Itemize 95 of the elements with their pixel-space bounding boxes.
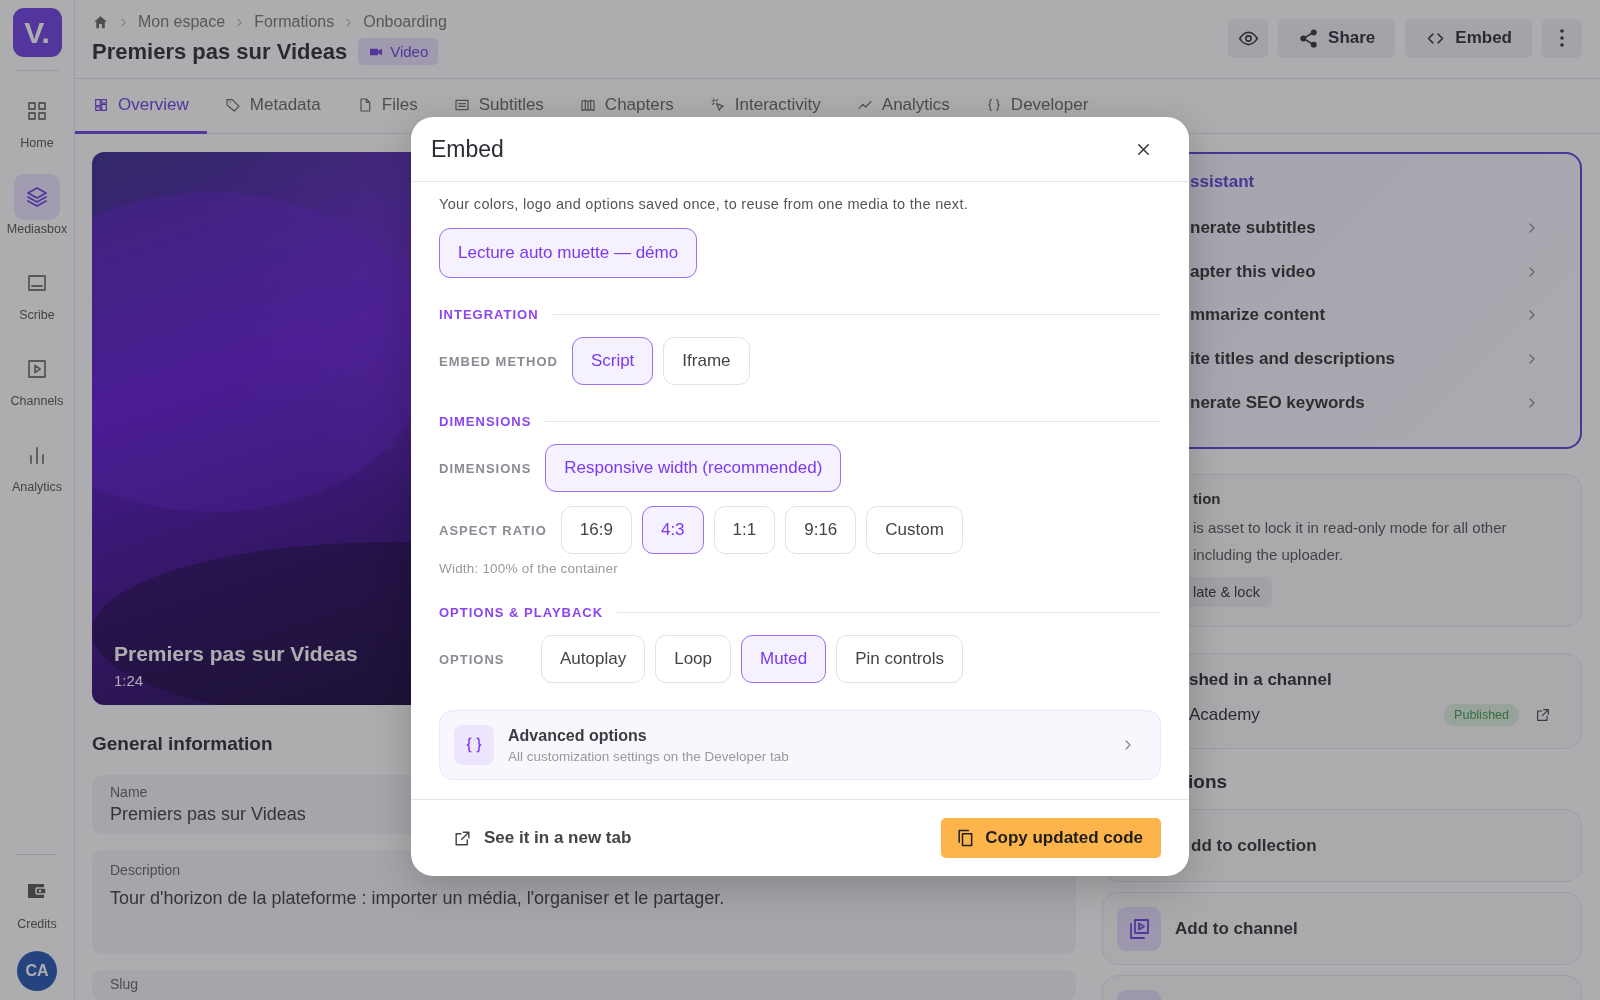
book-icon <box>579 97 596 113</box>
home-icon[interactable] <box>92 13 109 31</box>
option-button[interactable]: Loop <box>655 635 731 683</box>
caption-icon <box>453 97 470 113</box>
option-button[interactable]: Iframe <box>663 337 750 385</box>
video-duration: 1:24 <box>114 672 145 689</box>
preview-button[interactable] <box>1228 18 1269 58</box>
grid-icon <box>25 99 49 123</box>
section-heading: General information <box>92 733 273 755</box>
option-button[interactable]: Muted <box>741 635 827 683</box>
field-label: Slug <box>110 976 139 992</box>
card-text: including the uploader. <box>1193 546 1344 563</box>
card-text: is asset to lock it in read-only mode for all other <box>1193 519 1507 536</box>
play-icon <box>25 357 49 381</box>
status-badge: Published <box>1444 704 1519 726</box>
embed-button[interactable]: Embed <box>1405 18 1532 58</box>
advanced-title: Advanced options <box>508 726 648 745</box>
layers-icon <box>25 185 49 209</box>
advanced-subtitle: All customization settings on the Developer tab <box>508 748 790 764</box>
tab[interactable]: Files <box>338 79 436 134</box>
more-button[interactable] <box>1542 18 1582 58</box>
braces-icon <box>985 97 1002 113</box>
new-tab-link[interactable]: See it in a new tab <box>453 828 632 848</box>
app-logo[interactable]: V. <box>12 8 62 57</box>
assistant-action[interactable]: apter this video <box>1190 249 1540 294</box>
row-label: DIMENSIONS <box>439 460 532 476</box>
assistant-action[interactable]: ite titles and descriptions <box>1190 337 1540 382</box>
tab[interactable]: Developer <box>967 79 1107 134</box>
option-button[interactable]: 9:16 <box>785 506 857 554</box>
breadcrumb-link[interactable]: Onboarding <box>363 13 447 31</box>
field-label: Name <box>110 784 148 800</box>
preset-chip[interactable]: Lecture auto muette — démo <box>439 228 698 278</box>
section-title: INTEGRATION <box>439 307 539 322</box>
action-label: dd to collection <box>1191 835 1317 856</box>
play-stack-icon <box>1117 906 1161 951</box>
badge-label: Video <box>390 43 429 60</box>
sidebar-item[interactable] <box>14 174 60 220</box>
option-button[interactable]: Autoplay <box>541 635 646 683</box>
card-title: tion <box>1193 490 1221 507</box>
assistant-action[interactable]: nerate SEO keywords <box>1190 381 1540 425</box>
advanced-options-row[interactable]: Advanced options All customization settings on the Developer tab <box>439 710 1161 780</box>
card-title: shed in a channel <box>1189 670 1332 689</box>
share-button[interactable]: Share <box>1278 18 1396 58</box>
channel-name: Academy <box>1189 705 1261 725</box>
tab[interactable]: Analytics <box>838 79 968 134</box>
tab[interactable]: Overview <box>75 79 207 134</box>
assistant-action[interactable]: mmarize content <box>1190 293 1540 338</box>
option-button[interactable]: Responsive width (recommended) <box>545 444 842 492</box>
action-card[interactable]: Add to channel <box>1102 892 1582 965</box>
option-button[interactable]: Custom <box>866 506 963 554</box>
text-field[interactable]: Slug <box>92 970 1076 1000</box>
hint-text: Width: 100% of the container <box>439 561 619 576</box>
action-label: Add to channel <box>1175 918 1298 939</box>
field-value: Premiers pas sur Videas <box>110 804 306 825</box>
row-label: OPTIONS <box>439 651 506 667</box>
field-label: Description <box>110 862 181 878</box>
share-icon <box>1298 27 1320 49</box>
tab[interactable]: Chapters <box>561 79 692 134</box>
page-title: Premiers pas sur Videas <box>92 38 348 65</box>
option-button[interactable]: 4:3 <box>641 506 704 554</box>
card-title: ssistant <box>1190 172 1256 192</box>
sidebar-label[interactable]: Analytics <box>12 480 62 494</box>
pointer-icon <box>709 97 726 113</box>
copy-code-button[interactable]: Copy updated code <box>941 818 1161 858</box>
braces-icon <box>454 725 494 765</box>
section-heading: ions <box>1188 771 1229 793</box>
section-title: OPTIONS & PLAYBACK <box>439 605 604 620</box>
sidebar-label[interactable]: Home <box>20 136 54 150</box>
option-button[interactable]: Script <box>571 337 654 385</box>
intro-text: Your colors, logo and options saved once, to reuse from one media to the next. <box>439 196 970 212</box>
tab[interactable]: Interactivity <box>691 79 839 134</box>
tag-icon <box>224 97 241 113</box>
field-value: Tour d'horizon de la plateforme : importer un média, l'organiser et le partager. <box>110 888 725 909</box>
option-button[interactable]: 1:1 <box>713 506 776 554</box>
dialog-title: Embed <box>431 135 504 163</box>
external-link-icon[interactable] <box>1535 707 1551 723</box>
video-title: Premiers pas sur Videas <box>114 642 358 666</box>
more-icon <box>1560 29 1564 47</box>
tab[interactable]: Subtitles <box>435 79 562 134</box>
avatar[interactable]: CA <box>17 951 57 991</box>
dashboard-icon <box>93 97 109 113</box>
external-link-icon <box>453 828 472 848</box>
tab[interactable]: Metadata <box>206 79 339 134</box>
option-button[interactable]: 16:9 <box>560 506 632 554</box>
sidebar-label[interactable]: Channels <box>10 394 64 408</box>
breadcrumb-link[interactable]: Formations <box>254 13 335 31</box>
sidebar-label[interactable]: Mediasbox <box>6 222 68 236</box>
section-title: DIMENSIONS <box>439 414 532 429</box>
sidebar-label[interactable]: Credits <box>17 917 57 931</box>
sidebar-label[interactable]: Scribe <box>19 308 55 322</box>
row-label: EMBED METHOD <box>439 353 558 369</box>
breadcrumb-link[interactable]: Mon espace <box>138 13 226 31</box>
option-button[interactable]: Pin controls <box>836 635 964 683</box>
row-label: ASPECT RATIO <box>439 522 547 538</box>
assistant-action[interactable]: nerate subtitles <box>1190 206 1540 250</box>
